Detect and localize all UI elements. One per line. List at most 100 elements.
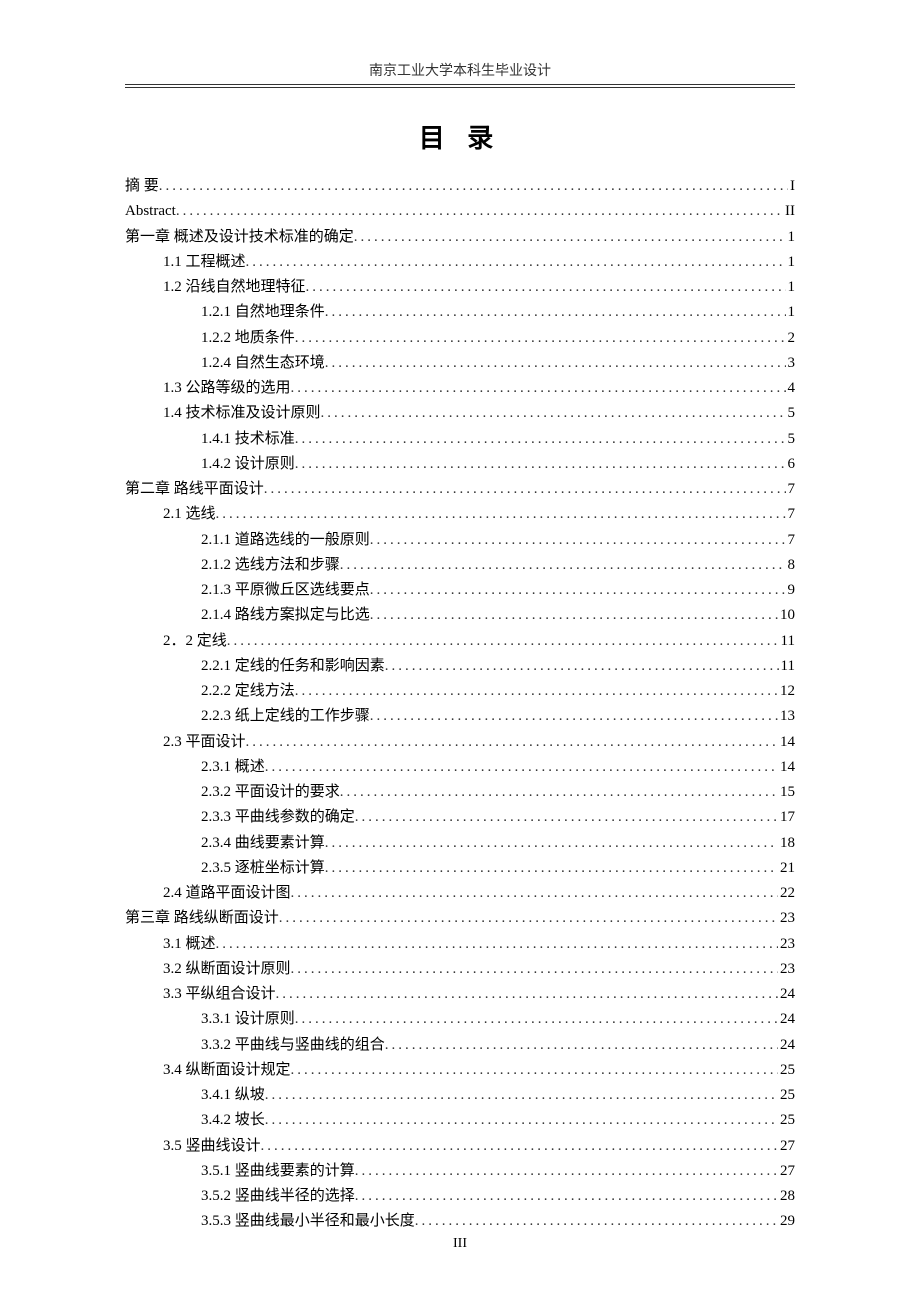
toc-entry-text: 2.4 道路平面设计图	[163, 882, 291, 905]
toc-entry-page: 18	[778, 832, 795, 855]
toc-entry-text: 2.3.2 平面设计的要求	[201, 781, 340, 804]
toc-entry-page: 14	[778, 731, 795, 754]
toc-entry-page: 28	[778, 1185, 795, 1208]
toc-entry-text: 摘 要	[125, 175, 159, 198]
toc-entry-page: 24	[778, 1008, 795, 1031]
toc-entry-page: 1	[786, 301, 796, 324]
toc-entry-page: 27	[778, 1160, 795, 1183]
toc-leader-dots	[325, 857, 778, 880]
toc-leader-dots	[176, 200, 783, 223]
toc-entry-text: 2.3.4 曲线要素计算	[201, 832, 325, 855]
toc-leader-dots	[295, 680, 778, 703]
toc-entry-text: 3.5.3 竖曲线最小半径和最小长度	[201, 1210, 415, 1233]
toc-leader-dots	[415, 1210, 778, 1233]
toc-entry: 第三章 路线纵断面设计 23	[125, 907, 795, 930]
toc-entry-text: 2.1.2 选线方法和步骤	[201, 554, 340, 577]
toc-leader-dots	[370, 579, 786, 602]
toc-leader-dots	[370, 604, 778, 627]
toc-entry-page: 10	[778, 604, 795, 627]
page-header: 南京工业大学本科生毕业设计	[125, 60, 795, 80]
toc-entry-page: 5	[786, 402, 796, 425]
toc-entry-page: 24	[778, 983, 795, 1006]
toc-entry-text: 第二章 路线平面设计	[125, 478, 264, 501]
toc-leader-dots	[261, 1135, 778, 1158]
toc-entry-text: 2.1 选线	[163, 503, 216, 526]
toc-entry: 2.2.2 定线方法 12	[125, 680, 795, 703]
toc-entry-page: 9	[786, 579, 796, 602]
toc-entry: 2．2 定线11	[125, 630, 795, 653]
header-rule-1	[125, 84, 795, 85]
toc-entry-page: II	[783, 200, 795, 223]
toc-leader-dots	[295, 453, 786, 476]
toc-leader-dots	[264, 478, 786, 501]
toc-leader-dots	[340, 554, 786, 577]
toc-leader-dots	[355, 1160, 778, 1183]
toc-entry-text: 1.2 沿线自然地理特征	[163, 276, 306, 299]
toc-entry-text: 3.5.2 竖曲线半径的选择	[201, 1185, 355, 1208]
toc-entry: 1.2 沿线自然地理特征1	[125, 276, 795, 299]
toc-entry: 2.3 平面设计14	[125, 731, 795, 754]
toc-entry: 2.1.1 道路选线的一般原则 7	[125, 529, 795, 552]
toc-leader-dots	[279, 907, 778, 930]
toc-entry: 3.3.2 平曲线与竖曲线的组合 24	[125, 1034, 795, 1057]
toc-leader-dots	[227, 630, 779, 653]
toc-entry-page: 7	[786, 478, 796, 501]
toc-leader-dots	[295, 428, 786, 451]
toc-leader-dots	[355, 1185, 778, 1208]
toc-leader-dots	[325, 301, 786, 324]
toc-entry-page: 1	[786, 251, 796, 274]
toc-entry-text: 第三章 路线纵断面设计	[125, 907, 279, 930]
toc-entry: 2.1.3 平原微丘区选线要点 9	[125, 579, 795, 602]
toc-leader-dots	[325, 832, 778, 855]
toc-entry-text: 2.3.5 逐桩坐标计算	[201, 857, 325, 880]
toc-entry-page: 13	[778, 705, 795, 728]
toc-entry-page: 23	[778, 907, 795, 930]
toc-entry-page: 7	[786, 503, 796, 526]
toc-entry-page: 23	[778, 958, 795, 981]
toc-leader-dots	[385, 655, 779, 678]
toc-entry-page: 6	[786, 453, 796, 476]
toc-leader-dots	[354, 226, 786, 249]
toc-entry-text: 2.2.1 定线的任务和影响因素	[201, 655, 385, 678]
toc-entry: 3.5.2 竖曲线半径的选择 28	[125, 1185, 795, 1208]
toc-entry: 3.4 纵断面设计规定 25	[125, 1059, 795, 1082]
toc-leader-dots	[325, 352, 786, 375]
toc-entry: 2.3.3 平曲线参数的确定 17	[125, 806, 795, 829]
toc-entry-text: 2.2.2 定线方法	[201, 680, 295, 703]
toc-entry: 1.4.2 设计原则 6	[125, 453, 795, 476]
toc-leader-dots	[385, 1034, 778, 1057]
toc-entry: 2.2.3 纸上定线的工作步骤 13	[125, 705, 795, 728]
toc-title: 目 录	[125, 118, 795, 155]
toc-entry-text: 1.4.1 技术标准	[201, 428, 295, 451]
toc-entry-page: 4	[786, 377, 796, 400]
toc-leader-dots	[291, 882, 778, 905]
toc-entry: 1.4 技术标准及设计原则5	[125, 402, 795, 425]
toc-entry-page: 25	[778, 1084, 795, 1107]
toc-leader-dots	[306, 276, 786, 299]
toc-leader-dots	[216, 933, 778, 956]
header-rule-2	[125, 87, 795, 88]
toc-leader-dots	[265, 756, 778, 779]
toc-entry-text: 2.3.1 概述	[201, 756, 265, 779]
toc-entry-page: 2	[786, 327, 796, 350]
toc-entry-text: 1.2.2 地质条件	[201, 327, 295, 350]
toc-entry-page: 25	[778, 1059, 795, 1082]
toc-entry-page: 23	[778, 933, 795, 956]
toc-entry: 3.5.1 竖曲线要素的计算 27	[125, 1160, 795, 1183]
toc-entry-text: 2.1.1 道路选线的一般原则	[201, 529, 370, 552]
toc-entry: 3.3.1 设计原则 24	[125, 1008, 795, 1031]
toc-entry-text: 3.4 纵断面设计规定	[163, 1059, 291, 1082]
toc-entry: 2.3.5 逐桩坐标计算 21	[125, 857, 795, 880]
toc-entry-page: 11	[779, 655, 795, 678]
toc-entry-text: 2.1.4 路线方案拟定与比选	[201, 604, 370, 627]
toc-leader-dots	[355, 806, 778, 829]
toc-entry: 2.4 道路平面设计图22	[125, 882, 795, 905]
toc-entry-text: 3.4.1 纵坡	[201, 1084, 265, 1107]
toc-entry-page: 11	[779, 630, 795, 653]
toc-entry-text: 2.2.3 纸上定线的工作步骤	[201, 705, 370, 728]
toc-entry-page: 15	[778, 781, 795, 804]
toc-leader-dots	[159, 175, 788, 198]
toc-entry-text: 3.4.2 坡长	[201, 1109, 265, 1132]
toc-entry-text: 3.1 概述	[163, 933, 216, 956]
toc-entry-page: 29	[778, 1210, 795, 1233]
